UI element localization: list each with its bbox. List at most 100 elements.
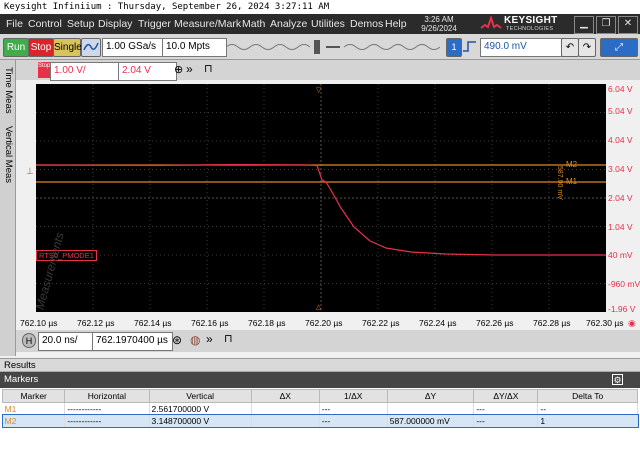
menu-demos[interactable]: Demos (350, 14, 383, 34)
redo-button[interactable]: ↷ (578, 38, 596, 57)
x-tick-label: 762.12 µs (77, 318, 115, 328)
y-tick-label: 4.04 V (608, 135, 633, 145)
channel-add-icon[interactable]: ⊕ (174, 63, 183, 76)
vertical-cell: 3.148700000 V (149, 415, 252, 427)
y-tick-label: 2.04 V (608, 193, 633, 203)
horizontal-cell: ------------ (64, 415, 150, 427)
tab-time-meas[interactable]: Time Meas (1, 64, 15, 116)
x-tick-label: 762.18 µs (248, 318, 286, 328)
x-tick-label: 762.30 µs (586, 318, 624, 328)
trigger-position-icon[interactable]: ▽ (316, 86, 321, 94)
channel-bar: Stop 1.00 V/ 2.04 V ⊕ » ⊓ (16, 60, 640, 81)
dy-cell: 587.000000 mV (387, 415, 475, 427)
channel-scale-field[interactable]: 1.00 V/ (50, 62, 119, 81)
autoscale-button[interactable] (81, 38, 101, 57)
menu-measure-mark[interactable]: Measure/Mark (174, 14, 241, 34)
y-tick-label: 3.04 V (608, 164, 633, 174)
fullscreen-button[interactable]: ⤢ (600, 38, 638, 57)
acquisition-toolbar: Run Stop Single 1.00 GSa/s 10.0 Mpts 1 4… (0, 34, 640, 60)
minimize-button[interactable]: ▁ (574, 16, 594, 34)
table-row-selected[interactable]: M2 ------------ 3.148700000 V --- 587.00… (1, 414, 639, 428)
trigger-channel-badge[interactable]: 1 (446, 38, 462, 57)
x-tick-label: 762.26 µs (476, 318, 514, 328)
x-tick-label: 762.20 µs (305, 318, 343, 328)
horizontal-pin-icon[interactable]: ⊓ (224, 332, 233, 345)
run-button[interactable]: Run (3, 38, 29, 57)
sample-rate-field[interactable]: 1.00 GSa/s (102, 38, 165, 57)
markers-table: Marker Horizontal Vertical ΔX 1/ΔX ΔY ΔY… (1, 389, 639, 428)
expand-chevron-icon[interactable]: » (186, 62, 193, 76)
delta-to-cell: 1 (537, 415, 638, 427)
menu-utilities[interactable]: Utilities (311, 14, 345, 34)
markers-tab-label: Markers (4, 374, 39, 385)
trigger-level-field[interactable]: 490.0 mV (480, 38, 563, 57)
horizontal-badge[interactable]: H (22, 333, 36, 348)
column-header[interactable]: ΔX (250, 389, 320, 403)
channel-marker-icon[interactable]: ◉ (628, 318, 636, 329)
results-settings-icon[interactable]: ⚙ (612, 374, 623, 385)
y-tick-label: 40 mV (608, 250, 633, 260)
menu-setup[interactable]: Setup (67, 14, 94, 34)
left-tab-strip: Time Meas Vertical Meas (0, 60, 16, 356)
y-tick-label: -1.96 V (608, 304, 636, 314)
column-header[interactable]: Vertical (148, 389, 252, 403)
window-title: Keysight Infiniium : Thursday, September… (0, 0, 640, 14)
waveform-display[interactable]: M2 M1 587.00 mV RTS0_PMODE1 Measurements… (36, 84, 606, 312)
horizontal-cell: ------------ (64, 402, 150, 415)
restore-button[interactable]: ❐ (596, 16, 616, 34)
horizontal-expand-icon[interactable]: » (206, 332, 213, 346)
dy-dx-cell: --- (473, 402, 539, 415)
waveform-overview[interactable] (226, 38, 440, 56)
keysight-wave-icon (480, 16, 502, 29)
table-row[interactable]: M1 ------------ 2.561700000 V --- --- -- (2, 402, 638, 415)
inv-dx-cell: --- (319, 402, 388, 415)
menu-math[interactable]: Math (242, 14, 265, 34)
y-tick-label: 5.04 V (608, 106, 633, 116)
trigger-edge-icon[interactable] (462, 40, 478, 53)
y-tick-label: 6.04 V (608, 84, 633, 94)
channel-ground-icon[interactable]: ⊥ (26, 166, 34, 177)
x-tick-label: 762.24 µs (419, 318, 457, 328)
waveform-grid (36, 84, 606, 312)
horizontal-reference-icon[interactable]: ⊛ (172, 333, 182, 347)
menu-analyze[interactable]: Analyze (270, 14, 307, 34)
undo-button[interactable]: ↶ (561, 38, 579, 57)
pin-icon[interactable]: ⊓ (204, 62, 213, 75)
memory-depth-field[interactable]: 10.0 Mpts (162, 38, 227, 57)
keysight-logo: KEYSIGHT TECHNOLOGIES (480, 14, 564, 34)
brand-tagline: TECHNOLOGIES (506, 26, 554, 32)
marker-m1-label[interactable]: M1 (566, 177, 577, 186)
vertical-cell: 2.561700000 V (149, 402, 252, 415)
menu-file[interactable]: File (6, 14, 23, 34)
column-header[interactable]: Marker (1, 389, 66, 403)
menu-control[interactable]: Control (28, 14, 62, 34)
dy-dx-cell: --- (473, 415, 539, 427)
dx-cell (251, 415, 320, 427)
stop-button[interactable]: Stop (28, 38, 54, 57)
x-tick-label: 762.10 µs (20, 318, 58, 328)
column-header[interactable]: ΔY/ΔX (473, 389, 539, 403)
menu-trigger[interactable]: Trigger (138, 14, 171, 34)
clock-date: 9/26/2024 (421, 24, 457, 33)
x-tick-label: 762.16 µs (191, 318, 229, 328)
horizontal-position-field[interactable]: 762.1970400 µs (92, 332, 173, 351)
dy-cell (387, 402, 475, 415)
column-header[interactable]: Horizontal (64, 389, 150, 403)
markers-tab[interactable]: Markers ⚙ (0, 372, 640, 388)
menu-display[interactable]: Display (98, 14, 132, 34)
channel-offset-field[interactable]: 2.04 V (118, 62, 177, 81)
single-button[interactable]: Single (53, 38, 82, 57)
close-button[interactable]: ✕ (618, 16, 638, 34)
horizontal-scale-field[interactable]: 20.0 ns/ (38, 332, 95, 351)
timebase-reference-icon[interactable]: △ (316, 303, 321, 311)
y-tick-label: 1.04 V (608, 222, 633, 232)
column-header[interactable]: ΔY (386, 389, 475, 403)
dx-cell (251, 402, 320, 415)
autoscale-icon (83, 42, 99, 51)
tab-vertical-meas[interactable]: Vertical Meas (1, 120, 15, 190)
column-header[interactable]: 1/ΔX (318, 389, 388, 403)
marker-m2-label[interactable]: M2 (566, 160, 577, 169)
zoom-icon[interactable]: ◍ (190, 333, 200, 347)
column-header[interactable]: Delta To (537, 389, 638, 403)
channel-1-badge[interactable]: Stop (38, 62, 50, 78)
